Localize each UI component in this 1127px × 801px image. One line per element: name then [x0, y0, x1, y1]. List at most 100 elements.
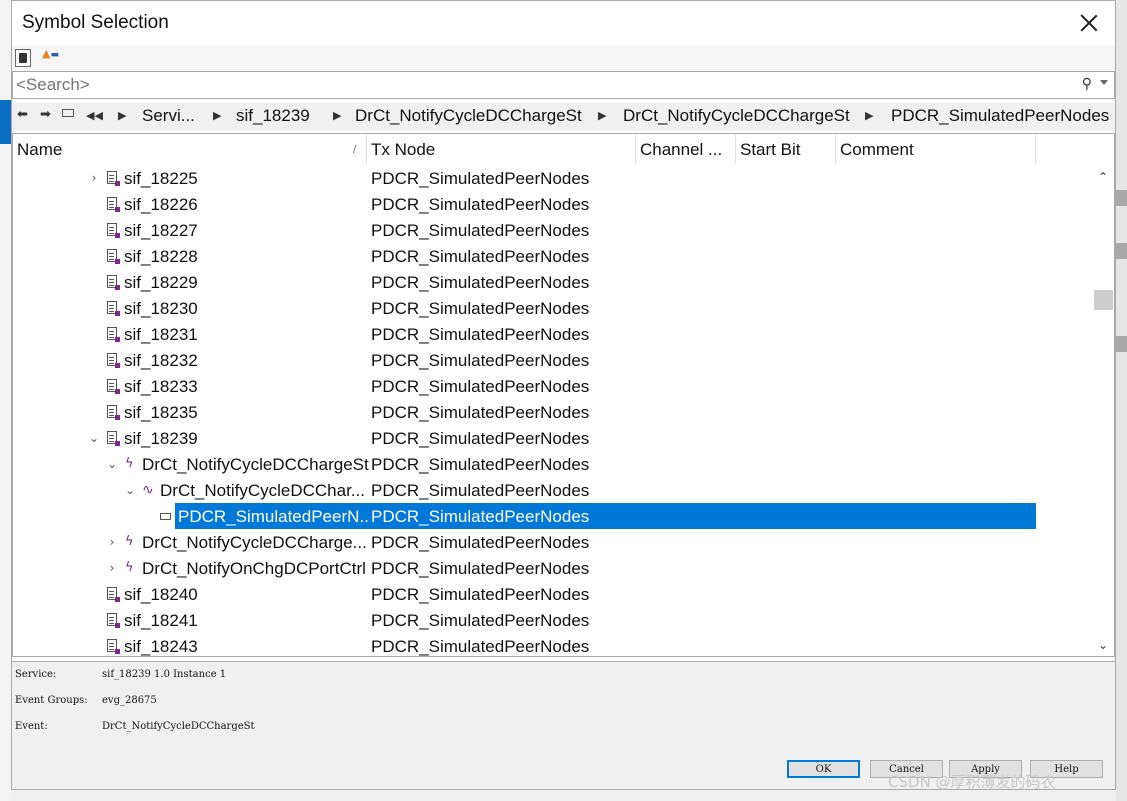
row-name: sif_18226 [124, 195, 198, 214]
table-row[interactable]: sif_18231 PDCR_SimulatedPeerNodes [13, 321, 1093, 347]
column-header-start-bit[interactable]: Start Bit [736, 134, 836, 164]
expand-chevron-icon[interactable]: › [88, 165, 100, 191]
row-name: sif_18241 [124, 611, 198, 630]
column-header-tx-node[interactable]: Tx Node [367, 134, 636, 164]
sort-indicator-icon: / [353, 144, 357, 155]
service-icon [107, 639, 120, 654]
node-icon [160, 513, 171, 520]
history-icon[interactable]: ◀◀ [86, 109, 103, 122]
chevron-right-icon: ▶ [598, 109, 607, 122]
forward-arrow-icon[interactable]: ➡ [40, 107, 51, 122]
table-row[interactable]: › sif_18225 PDCR_SimulatedPeerNodes [13, 165, 1093, 191]
row-tx-node: PDCR_SimulatedPeerNodes [371, 403, 590, 422]
row-name: sif_18230 [124, 299, 198, 318]
row-tx-node: PDCR_SimulatedPeerNodes [371, 611, 590, 630]
row-tx-node: PDCR_SimulatedPeerNodes [371, 559, 590, 578]
row-name: PDCR_SimulatedPeerN... [178, 507, 369, 526]
breadcrumb-item[interactable]: PDCR_SimulatedPeerNodes [891, 106, 1109, 126]
row-name: sif_18240 [124, 585, 198, 604]
service-label: Service: [15, 669, 57, 680]
service-icon [107, 587, 120, 602]
table-row[interactable]: sif_18228 PDCR_SimulatedPeerNodes [13, 243, 1093, 269]
back-arrow-icon[interactable]: ⬅ [17, 107, 28, 122]
table-row[interactable]: sif_18227 PDCR_SimulatedPeerNodes [13, 217, 1093, 243]
event-icon: ϟ [125, 560, 134, 575]
table-row-selected[interactable]: PDCR_SimulatedPeerN... PDCR_SimulatedPee… [13, 503, 1093, 529]
table-row[interactable]: sif_18232 PDCR_SimulatedPeerNodes [13, 347, 1093, 373]
binoculars-icon[interactable]: ⚲ [1082, 76, 1092, 92]
symbol-view-icon[interactable] [15, 49, 31, 67]
chevron-right-icon: ▶ [118, 109, 127, 122]
symbol-tree-table: Name / Tx Node Channel ... Start Bit Com… [12, 133, 1115, 657]
row-tx-node: PDCR_SimulatedPeerNodes [371, 585, 590, 604]
row-name: sif_18239 [124, 429, 198, 448]
ok-button[interactable]: OK [787, 760, 860, 778]
navigation-bar: ⬅ ➡ ◀◀ ▶ Servi... ▶ sif_18239 ▶ DrCt_Not… [12, 103, 1115, 131]
row-tx-node: PDCR_SimulatedPeerNodes [371, 195, 590, 214]
service-icon [107, 405, 120, 420]
row-tx-node: PDCR_SimulatedPeerNodes [371, 169, 590, 188]
row-name: sif_18225 [124, 169, 198, 188]
background-stripe [1116, 243, 1127, 259]
scroll-down-icon[interactable]: ⌄ [1098, 638, 1108, 652]
table-row[interactable]: sif_18226 PDCR_SimulatedPeerNodes [13, 191, 1093, 217]
service-icon [107, 327, 120, 342]
chevron-right-icon: ▶ [213, 109, 222, 122]
scrollbar-thumb[interactable] [1094, 290, 1113, 310]
table-row[interactable]: ⌄ sif_18239 PDCR_SimulatedPeerNodes [13, 425, 1093, 451]
row-name: sif_18232 [124, 351, 198, 370]
collapse-chevron-icon[interactable]: ⌄ [124, 477, 136, 503]
table-row[interactable]: › ϟ DrCt_NotifyCycleDCCharge... PDCR_Sim… [13, 529, 1093, 555]
row-tx-node: PDCR_SimulatedPeerNodes [371, 637, 590, 656]
chevron-right-icon: ▶ [865, 109, 874, 122]
close-icon[interactable] [1077, 11, 1101, 35]
collapse-chevron-icon[interactable]: ⌄ [88, 425, 100, 451]
service-icon [107, 275, 120, 290]
table-row[interactable]: sif_18243 PDCR_SimulatedPeerNodes [13, 633, 1093, 656]
table-row[interactable]: sif_18241 PDCR_SimulatedPeerNodes [13, 607, 1093, 633]
event-icon: ϟ [125, 456, 134, 471]
vertical-scrollbar[interactable]: ⌃ ⌄ [1093, 164, 1114, 656]
table-row[interactable]: sif_18233 PDCR_SimulatedPeerNodes [13, 373, 1093, 399]
table-row[interactable]: ⌄ ϟ DrCt_NotifyCycleDCChargeSt PDCR_Simu… [13, 451, 1093, 477]
scroll-up-icon[interactable]: ⌃ [1098, 170, 1108, 184]
collapse-chevron-icon[interactable]: ⌄ [106, 451, 118, 477]
event-groups-value: evg_28675 [102, 695, 157, 706]
event-icon: ϟ [125, 534, 134, 549]
symbol-selection-dialog: Symbol Selection ▲▬ ⚲ ⬅ ➡ ◀◀ ▶ Servi... … [11, 0, 1116, 790]
node-icon[interactable] [62, 109, 74, 117]
row-tx-node: PDCR_SimulatedPeerNodes [371, 325, 590, 344]
breadcrumb-item[interactable]: DrCt_NotifyCycleDCChargeSt [355, 106, 582, 126]
row-tx-node: PDCR_SimulatedPeerNodes [371, 455, 590, 474]
column-header-comment[interactable]: Comment [836, 134, 1036, 164]
sort-icon[interactable]: ▲▬ [42, 47, 59, 60]
table-row[interactable]: ⌄ ∿ DrCt_NotifyCycleDCChar... PDCR_Simul… [13, 477, 1093, 503]
row-name: sif_18229 [124, 273, 198, 292]
table-row[interactable]: sif_18240 PDCR_SimulatedPeerNodes [13, 581, 1093, 607]
table-row[interactable]: › ϟ DrCt_NotifyOnChgDCPortCtrl PDCR_Simu… [13, 555, 1093, 581]
service-icon [107, 171, 120, 186]
row-tx-node: PDCR_SimulatedPeerNodes [371, 507, 590, 526]
row-name: sif_18231 [124, 325, 198, 344]
search-input[interactable] [16, 74, 1066, 96]
row-name: DrCt_NotifyOnChgDCPortCtrl [142, 559, 366, 578]
expand-chevron-icon[interactable]: › [106, 529, 118, 555]
column-header-name[interactable]: Name [13, 134, 367, 164]
row-tx-node: PDCR_SimulatedPeerNodes [371, 377, 590, 396]
column-header-channel[interactable]: Channel ... [636, 134, 736, 164]
expand-chevron-icon[interactable]: › [106, 555, 118, 581]
table-row[interactable]: sif_18229 PDCR_SimulatedPeerNodes [13, 269, 1093, 295]
search-dropdown-icon[interactable] [1100, 80, 1108, 85]
table-row[interactable]: sif_18235 PDCR_SimulatedPeerNodes [13, 399, 1093, 425]
background-stripe [1116, 336, 1127, 352]
table-row[interactable]: sif_18230 PDCR_SimulatedPeerNodes [13, 295, 1093, 321]
chevron-right-icon: ▶ [333, 109, 342, 122]
background-stripe [1116, 190, 1127, 206]
service-icon [107, 197, 120, 212]
row-tx-node: PDCR_SimulatedPeerNodes [371, 351, 590, 370]
breadcrumb-item[interactable]: Servi... [142, 106, 195, 126]
breadcrumb-item[interactable]: DrCt_NotifyCycleDCChargeSt [623, 106, 850, 126]
signal-wave-icon: ∿ [142, 482, 154, 498]
table-header: Name / Tx Node Channel ... Start Bit Com… [13, 134, 1114, 164]
breadcrumb-item[interactable]: sif_18239 [236, 106, 310, 126]
